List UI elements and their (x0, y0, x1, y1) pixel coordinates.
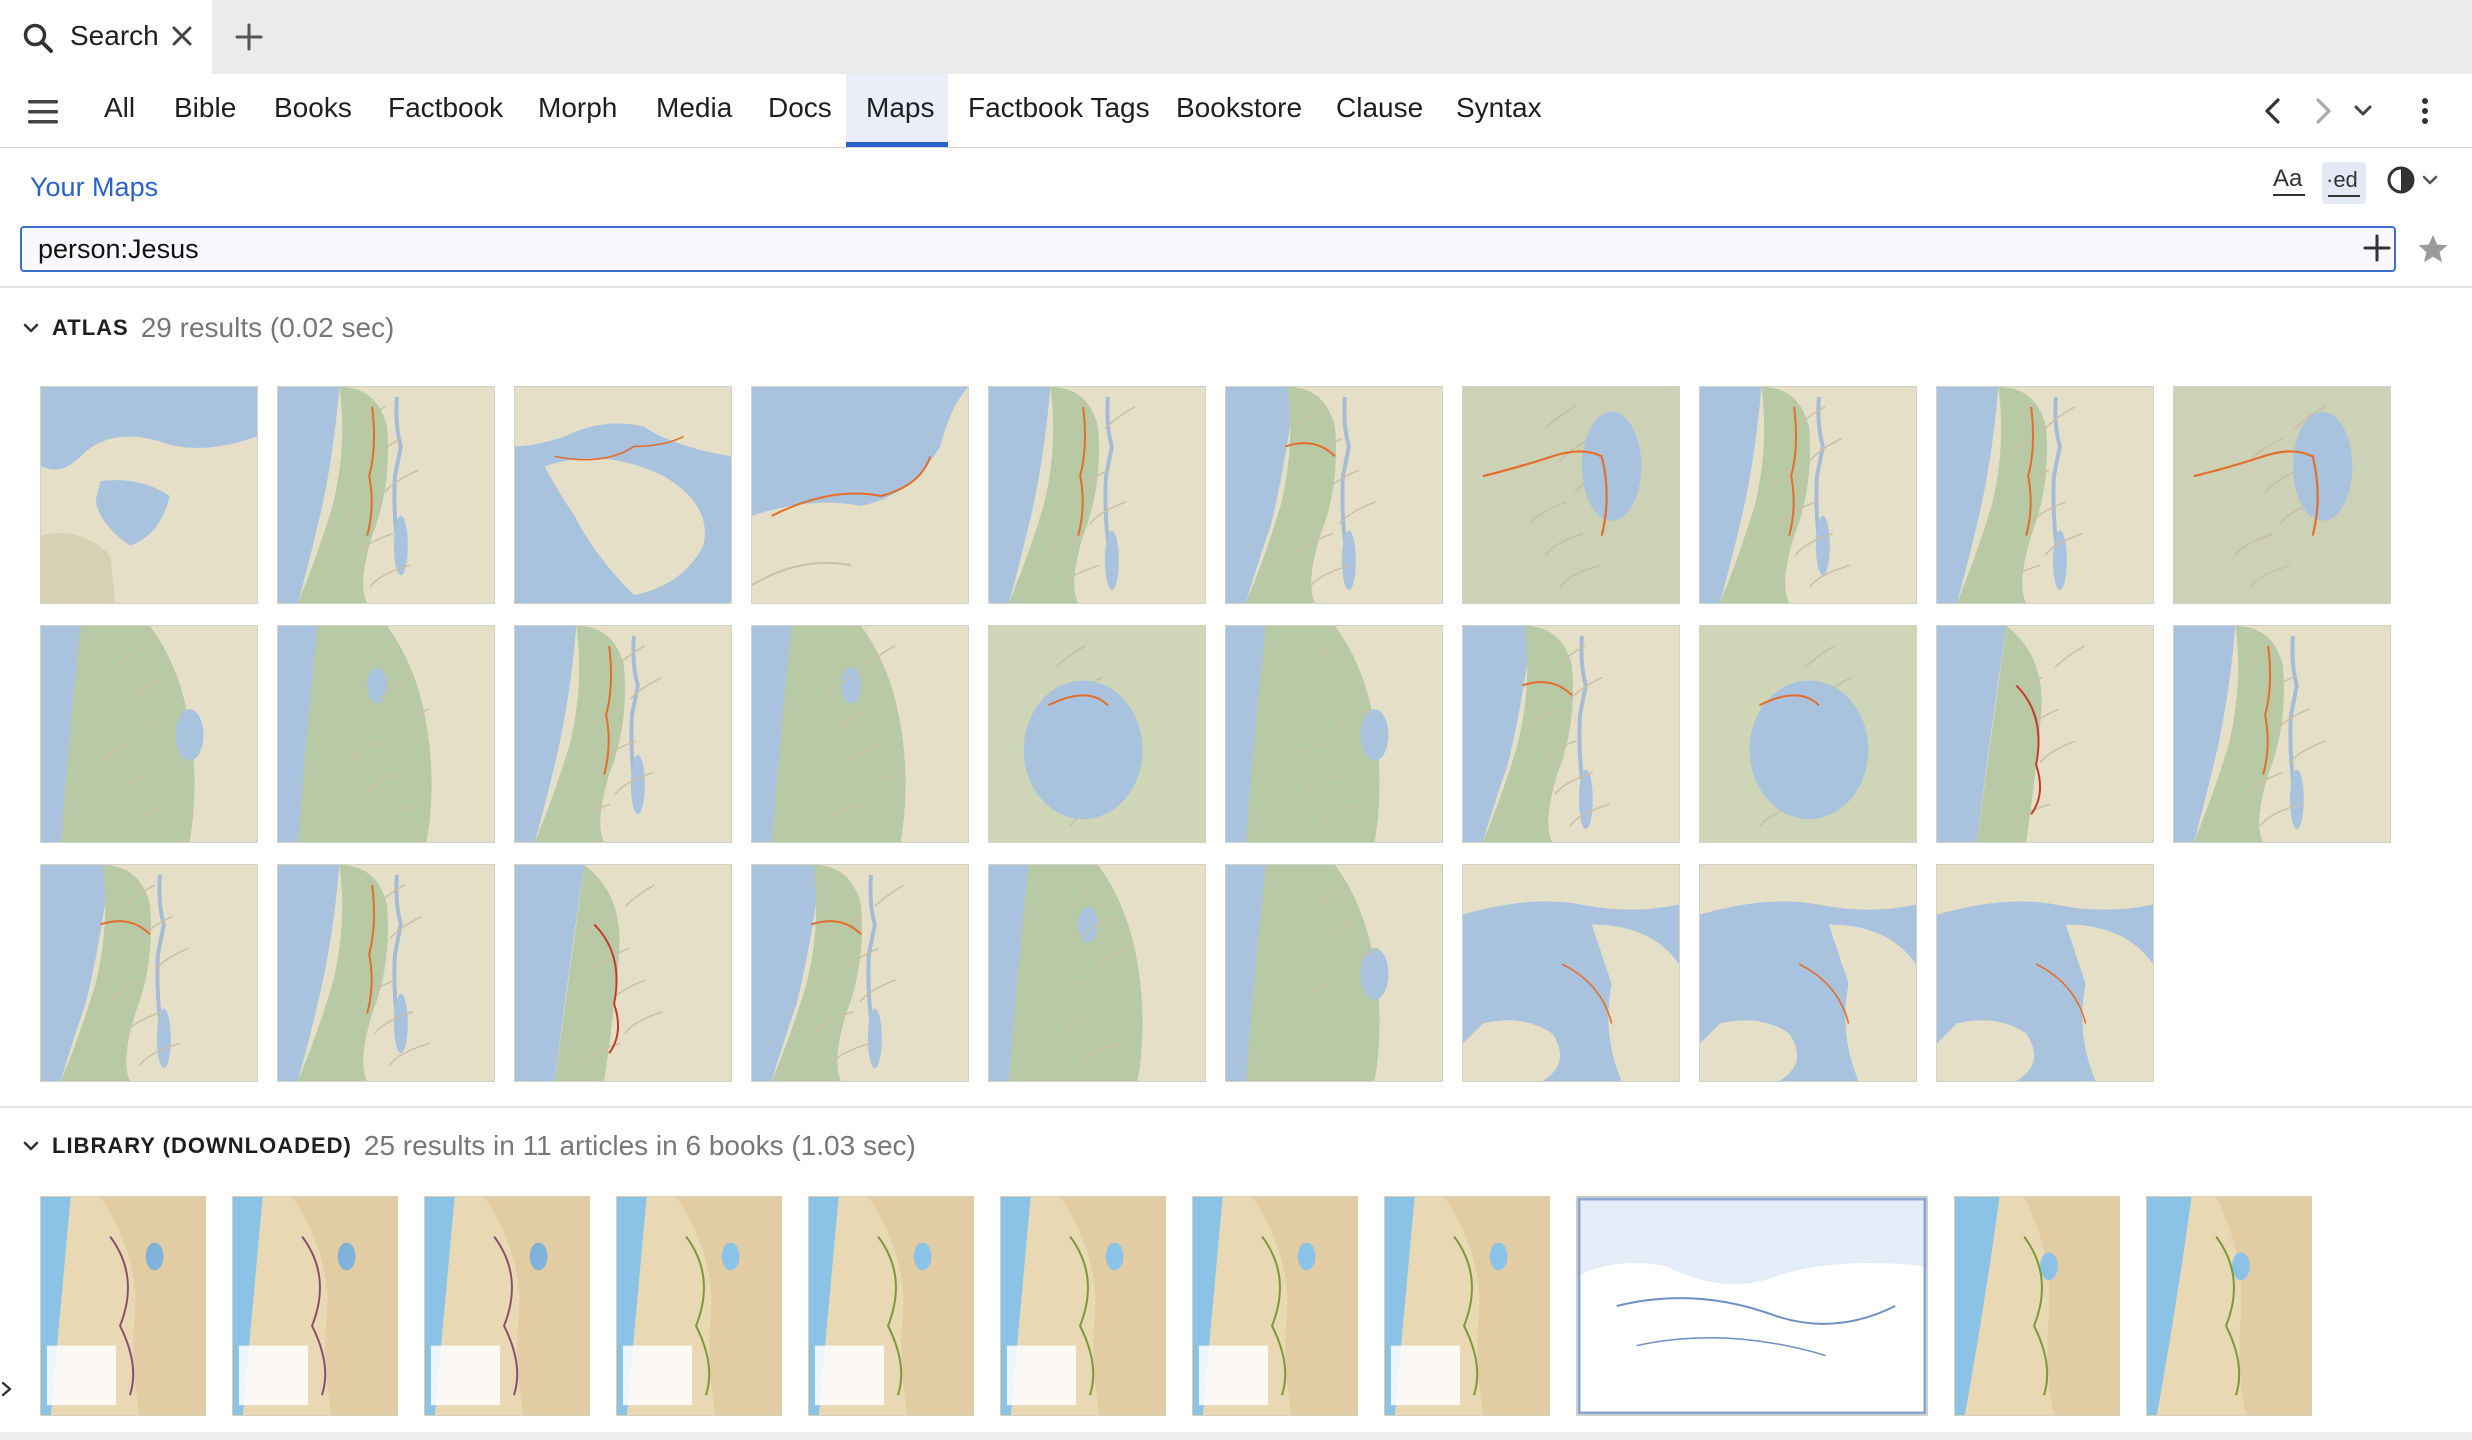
atlas-result-count: 29 results (0.02 sec) (140, 312, 395, 343)
inflected-forms-icon[interactable]: ·ed (2322, 162, 2366, 204)
atlas-map-thumbnail[interactable] (1699, 864, 1917, 1082)
search-divider (0, 286, 2472, 288)
library-map-thumbnail[interactable] (808, 1196, 974, 1416)
atlas-map-thumbnail[interactable] (988, 864, 1206, 1082)
your-maps-link[interactable]: Your Maps (30, 172, 158, 203)
star-icon[interactable] (2416, 232, 2450, 266)
atlas-map-thumbnail[interactable] (751, 386, 969, 604)
chevron-down-icon[interactable] (22, 1137, 40, 1155)
library-map-thumbnail[interactable] (424, 1196, 590, 1416)
tab-maps[interactable]: Maps (866, 92, 934, 124)
tab-books[interactable]: Books (274, 92, 352, 124)
atlas-map-thumbnail[interactable] (277, 386, 495, 604)
add-search-term-icon[interactable] (2362, 233, 2392, 263)
tab-search[interactable]: Search (0, 0, 212, 74)
atlas-map-thumbnail[interactable] (514, 864, 732, 1082)
library-map-thumbnail[interactable] (232, 1196, 398, 1416)
atlas-map-thumbnail[interactable] (40, 386, 258, 604)
atlas-map-thumbnail[interactable] (1936, 864, 2154, 1082)
tab-factbook[interactable]: Factbook (388, 92, 503, 124)
atlas-section-header[interactable]: ATLAS 29 results (0.02 sec) (22, 312, 394, 344)
tab-all[interactable]: All (104, 92, 135, 124)
atlas-map-thumbnail[interactable] (1936, 625, 2154, 843)
library-map-thumbnail[interactable] (2146, 1196, 2312, 1416)
tab-factbook-tags[interactable]: Factbook Tags (968, 92, 1150, 124)
atlas-section-title: ATLAS (52, 315, 129, 340)
atlas-map-thumbnail[interactable] (1462, 864, 1680, 1082)
atlas-map-thumbnail[interactable] (1462, 625, 1680, 843)
atlas-map-thumbnail[interactable] (1225, 386, 1443, 604)
atlas-map-thumbnail[interactable] (2173, 386, 2391, 604)
library-thumbnail-row (40, 1196, 2312, 1416)
section-divider (0, 1106, 2472, 1108)
side-panel-expand-icon[interactable] (0, 1378, 14, 1400)
tab-morph[interactable]: Morph (538, 92, 617, 124)
library-map-thumbnail[interactable] (40, 1196, 206, 1416)
nav-active-underline (846, 142, 948, 147)
atlas-map-thumbnail[interactable] (1699, 386, 1917, 604)
atlas-thumbnail-grid (40, 386, 2400, 1082)
atlas-map-thumbnail[interactable] (277, 864, 495, 1082)
atlas-map-thumbnail[interactable] (988, 625, 1206, 843)
atlas-map-thumbnail[interactable] (1462, 386, 1680, 604)
atlas-map-thumbnail[interactable] (40, 864, 258, 1082)
chevron-left-icon[interactable] (2256, 94, 2290, 128)
atlas-map-thumbnail[interactable] (1225, 864, 1443, 1082)
bottom-border (0, 1432, 2472, 1440)
library-section-title: LIBRARY (DOWNLOADED) (52, 1133, 352, 1158)
atlas-map-thumbnail[interactable] (2173, 625, 2391, 843)
library-map-thumbnail[interactable] (616, 1196, 782, 1416)
tab-clause[interactable]: Clause (1336, 92, 1423, 124)
search-icon (23, 23, 53, 53)
chevron-down-icon[interactable] (22, 319, 40, 337)
visual-filter-menu-icon[interactable] (2384, 162, 2444, 204)
atlas-map-thumbnail[interactable] (40, 625, 258, 843)
library-map-thumbnail[interactable] (1576, 1196, 1928, 1416)
tab-docs[interactable]: Docs (768, 92, 832, 124)
font-size-aa-icon[interactable]: Aa (2272, 162, 2306, 204)
new-tab-plus-icon[interactable] (232, 20, 266, 54)
ed-icon-text: ·ed (2326, 167, 2358, 192)
atlas-map-thumbnail[interactable] (277, 625, 495, 843)
search-input[interactable] (20, 226, 2396, 272)
library-map-thumbnail[interactable] (1192, 1196, 1358, 1416)
library-map-thumbnail[interactable] (1384, 1196, 1550, 1416)
library-map-thumbnail[interactable] (1954, 1196, 2120, 1416)
library-map-thumbnail[interactable] (1000, 1196, 1166, 1416)
close-icon[interactable] (168, 22, 196, 50)
atlas-map-thumbnail[interactable] (1699, 625, 1917, 843)
atlas-map-thumbnail[interactable] (514, 386, 732, 604)
tab-syntax[interactable]: Syntax (1456, 92, 1542, 124)
tab-bible[interactable]: Bible (174, 92, 236, 124)
tab-label: Search (70, 20, 159, 51)
atlas-map-thumbnail[interactable] (751, 625, 969, 843)
chevron-down-icon[interactable] (2346, 94, 2380, 128)
aa-icon-text: Aa (2273, 165, 2303, 192)
hamburger-menu-icon[interactable] (26, 98, 60, 126)
atlas-map-thumbnail[interactable] (1225, 625, 1443, 843)
category-nav: All Bible Books Factbook Morph Media Docs Maps F… (0, 74, 2472, 148)
atlas-map-thumbnail[interactable] (1936, 386, 2154, 604)
atlas-map-thumbnail[interactable] (514, 625, 732, 843)
tab-strip: Search (0, 0, 2472, 74)
library-result-count: 25 results in 11 articles in 6 books (1.… (363, 1130, 916, 1161)
chevron-right-icon[interactable] (2306, 94, 2340, 128)
atlas-map-thumbnail[interactable] (751, 864, 969, 1082)
tab-media[interactable]: Media (656, 92, 732, 124)
more-vertical-icon[interactable] (2408, 94, 2442, 128)
atlas-map-thumbnail[interactable] (988, 386, 1206, 604)
tab-bookstore[interactable]: Bookstore (1176, 92, 1302, 124)
library-section-header[interactable]: LIBRARY (DOWNLOADED) 25 results in 11 ar… (22, 1130, 916, 1162)
